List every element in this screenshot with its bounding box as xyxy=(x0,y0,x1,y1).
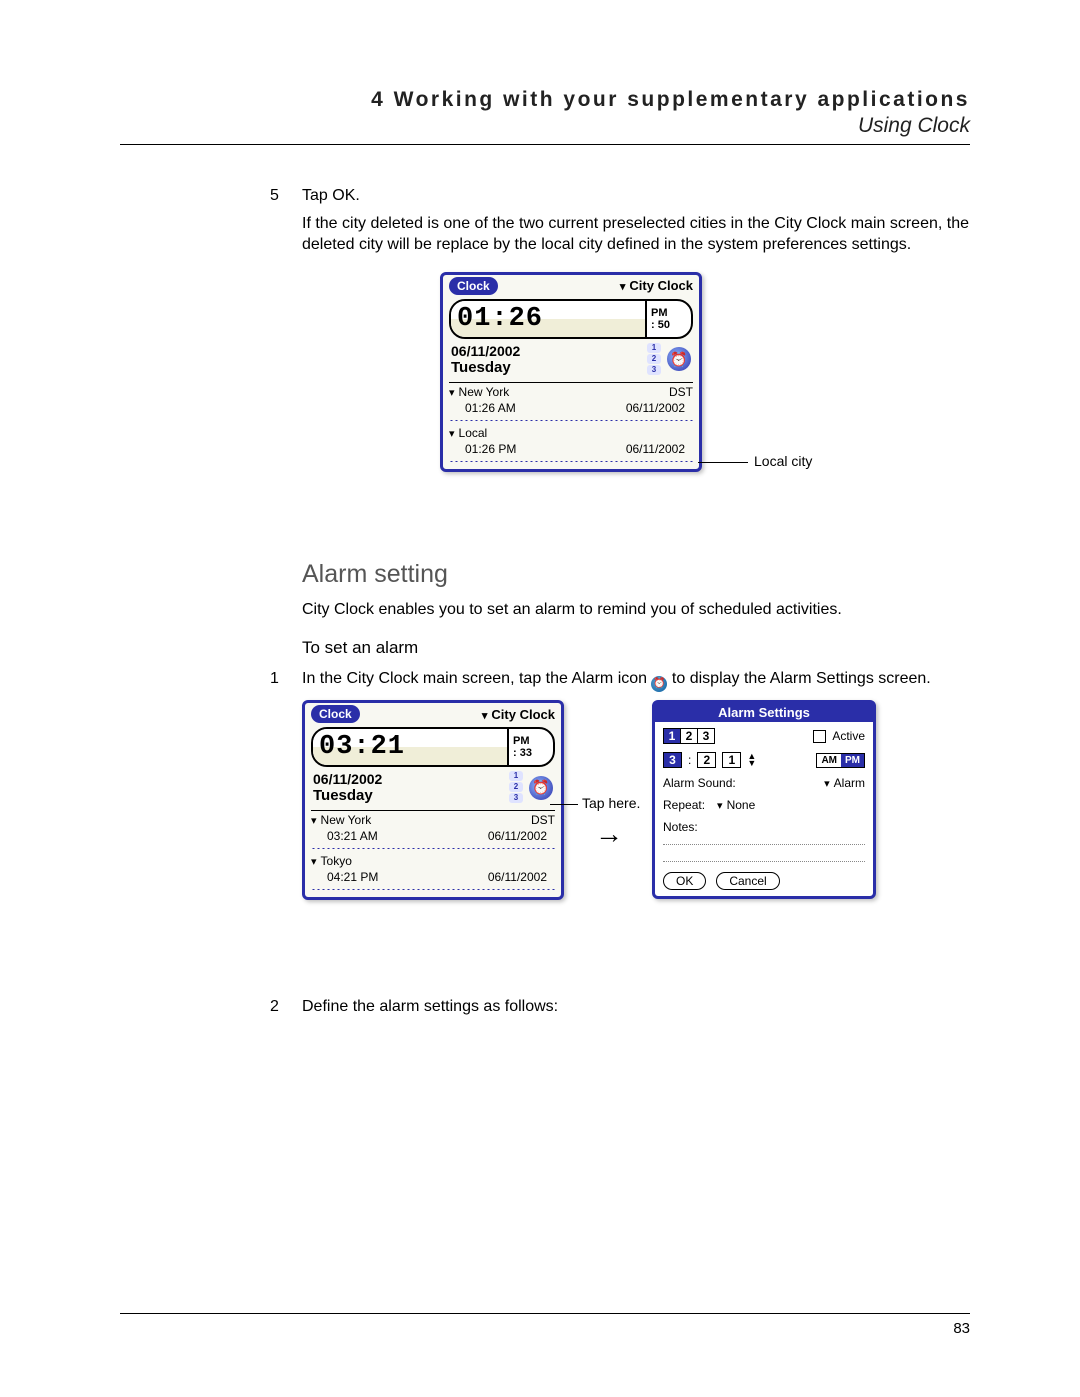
step-number: 2 xyxy=(270,996,302,1018)
arrow-icon: → xyxy=(595,818,623,850)
step-5-followup: If the city deleted is one of the two cu… xyxy=(302,213,970,256)
view-dropdown[interactable]: City Clock xyxy=(482,707,555,722)
date-value: 06/11/2002 xyxy=(451,343,641,359)
seconds-value: : 50 xyxy=(651,319,691,331)
notes-line[interactable] xyxy=(663,851,865,862)
app-title-pill: Clock xyxy=(311,705,360,723)
city-dropdown[interactable]: New York xyxy=(311,813,371,827)
app-title-pill: Clock xyxy=(449,277,498,295)
active-label: Active xyxy=(832,729,865,743)
sound-label: Alarm Sound: xyxy=(663,776,736,790)
sound-dropdown[interactable]: Alarm xyxy=(824,776,865,790)
figure-2: Clock City Clock 03:21 PM : 33 06/11/200… xyxy=(120,700,970,970)
section-subtitle: Using Clock xyxy=(120,114,970,138)
step-2: 2 Define the alarm settings as follows: xyxy=(270,996,970,1018)
pda-screen-bottom: Clock City Clock 03:21 PM : 33 06/11/200… xyxy=(302,700,564,900)
city-row-2: Local 01:26 PM 06/11/2002 xyxy=(443,424,699,460)
time-display: 01:26 PM : 50 xyxy=(449,299,693,339)
city-date: 06/11/2002 xyxy=(626,442,685,456)
city-time: 01:26 PM xyxy=(465,442,516,456)
ampm-value: PM xyxy=(513,735,553,747)
city-time: 04:21 PM xyxy=(327,870,378,884)
seconds-value: : 33 xyxy=(513,747,553,759)
notes-label: Notes: xyxy=(663,820,865,834)
repeat-dropdown[interactable]: None xyxy=(717,798,755,812)
alarm-icon[interactable]: ⏰ xyxy=(667,347,691,371)
day-value: Tuesday xyxy=(313,787,503,804)
step-text: In the City Clock main screen, tap the A… xyxy=(302,668,970,692)
time-value: 01:26 xyxy=(451,301,645,337)
city-row-1: New York DST 03:21 AM 06/11/2002 xyxy=(305,811,561,847)
figure-1: Clock City Clock 01:26 PM : 50 06/11/200… xyxy=(120,272,970,532)
alarm-icon[interactable]: ⏰ xyxy=(529,776,553,800)
time-spinner[interactable]: ▲▼ xyxy=(747,753,756,767)
heading-alarm-setting: Alarm setting xyxy=(302,560,970,589)
notes-line[interactable] xyxy=(663,834,865,845)
min-tens-field[interactable]: 2 xyxy=(697,752,716,768)
header-rule xyxy=(120,144,970,145)
hour-field[interactable]: 3 xyxy=(663,752,682,768)
city-date: 06/11/2002 xyxy=(488,829,547,843)
callout-local-city: Local city xyxy=(754,453,812,469)
step-number: 5 xyxy=(270,185,302,207)
ok-button[interactable]: OK xyxy=(663,872,706,890)
view-icons[interactable]: 123 xyxy=(509,771,523,804)
page-number: 83 xyxy=(120,1320,970,1337)
callout-leader xyxy=(698,462,748,463)
date-value: 06/11/2002 xyxy=(313,771,503,787)
dst-label: DST xyxy=(669,385,693,399)
footer-rule xyxy=(120,1313,970,1314)
alarm-intro: City Clock enables you to set an alarm t… xyxy=(302,599,970,621)
cancel-button[interactable]: Cancel xyxy=(716,872,779,890)
ampm-toggle[interactable]: AMPM xyxy=(816,753,865,768)
subhead-to-set-alarm: To set an alarm xyxy=(302,638,970,658)
min-ones-field[interactable]: 1 xyxy=(722,752,741,768)
city-row-2: Tokyo 04:21 PM 06/11/2002 xyxy=(305,852,561,888)
ampm-value: PM xyxy=(651,307,691,319)
city-date: 06/11/2002 xyxy=(488,870,547,884)
city-dropdown[interactable]: Tokyo xyxy=(311,854,352,868)
pda-screen-top: Clock City Clock 01:26 PM : 50 06/11/200… xyxy=(440,272,702,472)
city-time: 01:26 AM xyxy=(465,401,516,415)
city-time: 03:21 AM xyxy=(327,829,378,843)
step-number: 1 xyxy=(270,668,302,692)
alarm-settings-dialog: Alarm Settings 123 Active 3 : 21 ▲▼ xyxy=(652,700,876,899)
step-text: Define the alarm settings as follows: xyxy=(302,996,970,1018)
view-icons[interactable]: 123 xyxy=(647,343,661,376)
time-value: 03:21 xyxy=(313,729,507,765)
day-value: Tuesday xyxy=(451,359,641,376)
step-text: Tap OK. xyxy=(302,185,970,207)
alarm-tabs[interactable]: 123 xyxy=(663,728,715,744)
view-dropdown[interactable]: City Clock xyxy=(620,278,693,293)
active-checkbox[interactable] xyxy=(813,730,826,743)
alarm-icon: ⏰ xyxy=(651,676,667,692)
callout-tap-here: Tap here. xyxy=(582,795,640,811)
city-row-1: New York DST 01:26 AM 06/11/2002 xyxy=(443,383,699,419)
city-date: 06/11/2002 xyxy=(626,401,685,415)
dst-label: DST xyxy=(531,813,555,827)
city-dropdown[interactable]: New York xyxy=(449,385,509,399)
city-dropdown[interactable]: Local xyxy=(449,426,487,440)
repeat-label: Repeat: xyxy=(663,798,705,812)
step-1: 1 In the City Clock main screen, tap the… xyxy=(270,668,970,692)
dialog-title: Alarm Settings xyxy=(655,703,873,722)
time-display: 03:21 PM : 33 xyxy=(311,727,555,767)
step-5: 5 Tap OK. xyxy=(270,185,970,207)
callout-leader xyxy=(550,804,578,805)
chapter-title: 4 Working with your supplementary applic… xyxy=(120,88,970,112)
